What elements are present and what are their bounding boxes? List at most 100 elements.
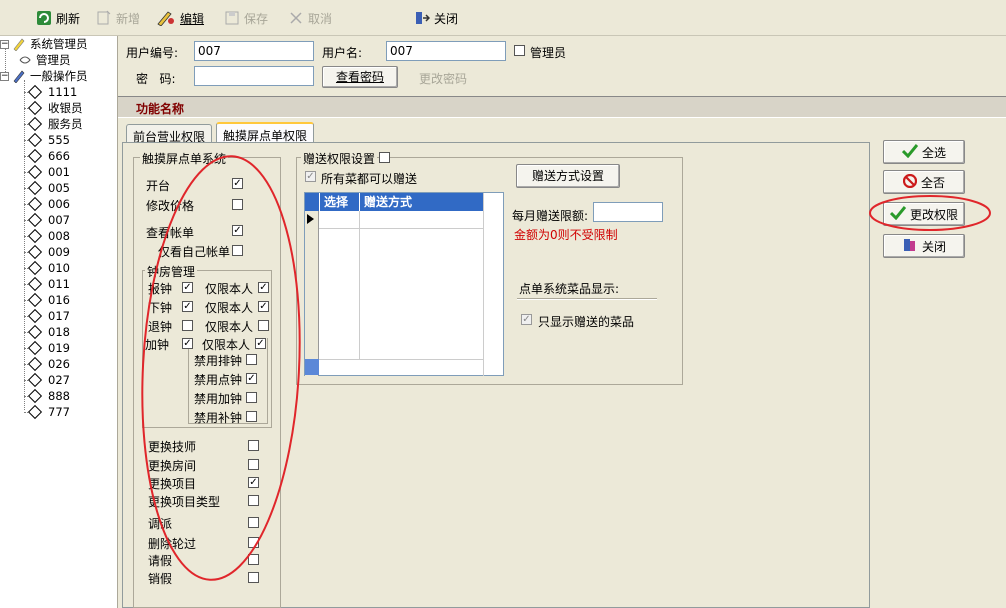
gift-method-button[interactable]: 赠送方式设置: [516, 164, 620, 188]
tree-node-user[interactable]: 008: [27, 228, 70, 244]
perm-more-6-label: 请假: [148, 554, 173, 568]
gift-group-title: 赠送权限设置: [301, 150, 378, 167]
perm-more-1-label: 更换房间: [148, 459, 197, 473]
clock-extra-0-checkbox[interactable]: [246, 354, 257, 365]
perm-more-4-checkbox[interactable]: [248, 517, 259, 528]
user-tree[interactable]: − 系统管理员 管理员 − 一般操作员 1111 收银员 服务员 555 666 001 0…: [0, 36, 118, 608]
perm-0-checkbox[interactable]: ✓: [232, 178, 243, 189]
tree-node-user[interactable]: 666: [27, 148, 70, 164]
perm-more-6-checkbox[interactable]: [248, 554, 259, 565]
change-rights-button[interactable]: 更改权限: [883, 202, 965, 226]
perm-more-0-checkbox[interactable]: [248, 440, 259, 451]
admin-checkbox[interactable]: [514, 45, 525, 56]
clock-sub-0-checkbox[interactable]: ✓: [258, 282, 269, 293]
all-gift-checkbox[interactable]: ✓: [305, 171, 316, 182]
user-diamond-icon: [27, 212, 43, 228]
pencil-blue-icon: [12, 69, 26, 84]
clock-sub-2-checkbox[interactable]: [258, 320, 269, 331]
clock-3-label: 加钟: [145, 338, 170, 352]
tree-node-user[interactable]: 777: [27, 404, 70, 420]
tree-node-operators[interactable]: − 一般操作员: [0, 68, 88, 84]
tab-frontdesk[interactable]: 前台营业权限: [126, 124, 213, 144]
clock-sub-2-label: 仅限本人: [205, 320, 254, 334]
clock-extra-3-checkbox[interactable]: [246, 411, 257, 422]
grid-new-row-indicator: [305, 359, 319, 375]
close-toolbar-button[interactable]: 关闭: [414, 9, 458, 27]
refresh-button[interactable]: 刷新: [36, 9, 80, 27]
close-button[interactable]: 关闭: [883, 234, 965, 258]
perm-2-checkbox[interactable]: ✓: [232, 225, 243, 236]
edit-button[interactable]: 编辑: [156, 9, 204, 27]
grid-header-method[interactable]: 赠送方式: [359, 193, 483, 211]
clock-extra-1-checkbox[interactable]: ✓: [246, 373, 257, 384]
tree-node-user[interactable]: 009: [27, 244, 70, 260]
save-button[interactable]: 保存: [224, 9, 268, 27]
password-input[interactable]: [194, 66, 314, 86]
collapse-icon[interactable]: −: [0, 39, 9, 49]
tree-node-user[interactable]: 011: [27, 276, 70, 292]
gift-method-grid[interactable]: 选择 赠送方式: [304, 192, 504, 376]
perm-1-checkbox[interactable]: [232, 199, 243, 210]
tree-node-user[interactable]: 026: [27, 356, 70, 372]
tree-node-user[interactable]: 019: [27, 340, 70, 356]
grid-header-select[interactable]: 选择: [319, 193, 359, 211]
cancel-button[interactable]: 取消: [288, 9, 332, 27]
tree-node-user[interactable]: 555: [27, 132, 70, 148]
tree-node-user[interactable]: 017: [27, 308, 70, 324]
perm-more-7-checkbox[interactable]: [248, 572, 259, 583]
clock-1-checkbox[interactable]: ✓: [182, 301, 193, 312]
change-password-link[interactable]: 更改密码: [419, 70, 467, 87]
tree-node-admin[interactable]: 管理员: [18, 52, 71, 68]
tree-node-user[interactable]: 收银员: [27, 100, 83, 116]
tree-node-user[interactable]: 016: [27, 292, 70, 308]
tree-node-user[interactable]: 005: [27, 180, 70, 196]
perm-more-1-checkbox[interactable]: [248, 459, 259, 470]
perm-2-label: 查看帐单: [146, 226, 195, 240]
user-diamond-icon: [27, 116, 43, 132]
clock-extra-3-label: 禁用补钟: [194, 411, 243, 425]
tree-node-user[interactable]: 018: [27, 324, 70, 340]
perm-more-2-label: 更换项目: [148, 477, 197, 491]
clock-2-checkbox[interactable]: [182, 320, 193, 331]
grid-row-header: [305, 193, 319, 211]
clock-3-checkbox[interactable]: ✓: [182, 338, 193, 349]
no-entry-red-icon: [902, 173, 918, 191]
perm-1-label: 修改价格: [146, 199, 195, 213]
gift-enable-checkbox[interactable]: [379, 152, 390, 163]
clock-sub-3-label: 仅限本人: [202, 338, 251, 352]
user-id-input[interactable]: 007: [194, 41, 314, 61]
pencil-yellow-icon: [12, 37, 26, 52]
cancel-x-icon: [288, 10, 304, 26]
clock-0-checkbox[interactable]: ✓: [182, 282, 193, 293]
clock-sub-3-checkbox[interactable]: ✓: [255, 338, 266, 349]
monthly-limit-input[interactable]: [593, 202, 663, 222]
user-diamond-icon: [27, 308, 43, 324]
panel-title: 功能名称: [136, 102, 185, 116]
new-button[interactable]: 新增: [96, 9, 140, 27]
tree-node-user[interactable]: 010: [27, 260, 70, 276]
perm-3-checkbox[interactable]: [232, 245, 243, 256]
tree-node-user[interactable]: 006: [27, 196, 70, 212]
tree-node-user[interactable]: 007: [27, 212, 70, 228]
only-gift-checkbox[interactable]: ✓: [521, 314, 532, 325]
select-none-button[interactable]: 全否: [883, 170, 965, 194]
perm-more-2-checkbox[interactable]: ✓: [248, 477, 259, 488]
perm-more-3-checkbox[interactable]: [248, 495, 259, 506]
grid-row[interactable]: [319, 211, 483, 229]
view-password-button[interactable]: 查看密码: [322, 66, 398, 88]
clock-sub-1-label: 仅限本人: [205, 301, 254, 315]
tree-node-user[interactable]: 027: [27, 372, 70, 388]
tree-node-user[interactable]: 服务员: [27, 116, 83, 132]
select-all-button[interactable]: 全选: [883, 140, 965, 164]
tree-node-user[interactable]: 1111: [27, 84, 77, 100]
user-name-input[interactable]: 007: [386, 41, 506, 61]
tree-node-user[interactable]: 888: [27, 388, 70, 404]
user-diamond-icon: [27, 164, 43, 180]
clock-extra-2-checkbox[interactable]: [246, 392, 257, 403]
tree-node-user[interactable]: 001: [27, 164, 70, 180]
collapse-icon[interactable]: −: [0, 71, 9, 81]
tree-node-sysadmin[interactable]: − 系统管理员: [0, 36, 88, 52]
perm-more-5-checkbox[interactable]: [248, 537, 259, 548]
clock-sub-1-checkbox[interactable]: ✓: [258, 301, 269, 312]
tab-touchscreen[interactable]: 触摸屏点单权限: [216, 122, 315, 144]
